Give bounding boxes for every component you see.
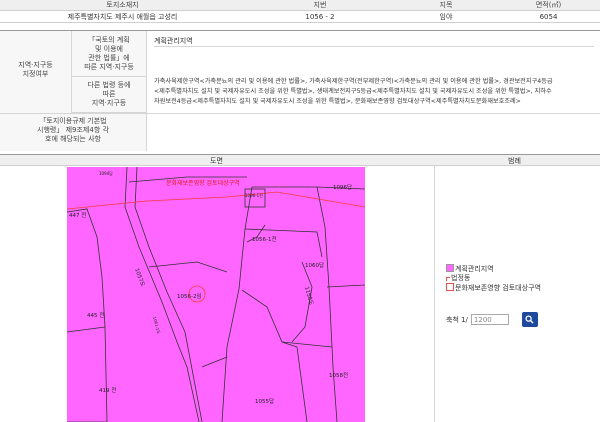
legend-item-legal-dong: 법정동 [446,274,541,283]
zoning-side-label: 지역·지구등 지정여부 [0,31,72,113]
header-lot-number: 지번 [245,0,395,11]
heritage-zone-label: 문화재보존영향 검토대상구역 [166,179,240,187]
zoning-section: 지역·지구등 지정여부 「국토의 계획 및 이용에 관한 법률」에 따른 지역·… [0,30,600,151]
parcel-label: 1056-2임 [177,292,202,300]
parcel-label: 1096답 [333,184,352,191]
parcel-label: 1060답 [305,262,324,269]
cell-location: 제주특별자치도 제주시 애월읍 고성리 [0,10,245,23]
scale-search-button[interactable] [521,312,538,327]
parcel-label: 1056-1전 [252,235,277,243]
cell-lot-number: 1056 - 2 [245,10,395,23]
parcel-label: 445 전 [87,311,104,319]
other-law-value: 가축사육제한구역<가축분뇨의 관리 및 이용에 관한 법률>, 가축사육제한구역… [154,78,553,105]
land-info-table: 토지소재지 지번 지목 면적(㎡) 제주특별자치도 제주시 애월읍 고성리 10… [0,0,600,23]
parcel-label: 447 전 [69,211,86,219]
cadastral-map[interactable]: 문화재보존영향 검토대상구역 1096답 1096-1전 447 전 1056-… [67,167,365,422]
parcel-label: 419 전 [99,386,116,394]
legend-item-label: 문화재보존영향 검토대상구역 [455,284,541,292]
land-use-plan-page: 토지소재지 지번 지목 면적(㎡) 제주특별자치도 제주시 애월읍 고성리 10… [0,0,600,422]
header-location: 토지소재지 [0,0,245,11]
legal-dong-symbol [446,277,450,281]
map-header: 도면 범례 [0,154,600,166]
legend-header-label: 범례 [508,157,521,165]
search-icon [525,315,535,324]
national-law-label: 「국토의 계획 및 이용에 관한 법률」에 따른 지역·지구등 [72,31,147,77]
parcel-label: 1055답 [255,398,274,405]
scale-label: 축척 1/ [446,315,468,324]
legend-item-label: 법정동 [451,274,471,282]
scale-control: 축척 1/ [446,312,538,327]
parcel-label: 1058전 [329,371,348,379]
parcel-label: 1094답 [99,170,113,176]
legend-item-planning-zone: 계획관리지역 [446,264,541,274]
land-info-row: 제주특별자치도 제주시 애월읍 고성리 1056 - 2 임야 6054 [0,10,600,23]
parcel-label: 1096-1전 [245,192,263,198]
other-law-label: 다른 법령 등에 따른 지역·지구등 [72,77,147,113]
map-legend-divider [434,165,435,422]
cell-area: 6054 [497,10,600,23]
heritage-zone-swatch [446,283,454,291]
national-law-value: 계획관리지역 [154,37,594,47]
planning-zone-swatch [446,264,454,272]
header-area: 면적(㎡) [497,0,600,11]
map-legend: 계획관리지역 법정동 문화재보존영향 검토대상구역 [446,264,541,293]
header-land-category: 지목 [395,0,497,11]
article-label: 「토지이용규제 기본법 시행령」 제9조제4항 각 호에 해당되는 사항 [0,114,147,151]
map-header-label: 도면 [210,157,223,165]
legend-item-label: 계획관리지역 [455,265,494,273]
cell-land-category: 임야 [395,10,497,23]
land-info-header: 토지소재지 지번 지목 면적(㎡) [0,0,600,11]
legend-item-heritage-zone: 문화재보존영향 검토대상구역 [446,283,541,293]
scale-input[interactable] [470,314,509,325]
